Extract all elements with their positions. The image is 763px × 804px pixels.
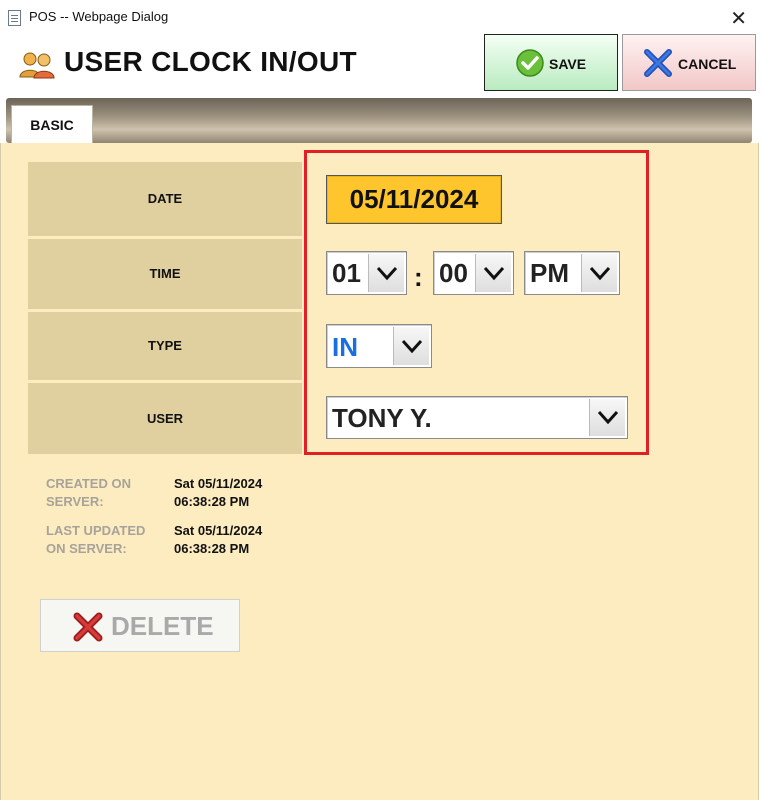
minute-value: 00 bbox=[439, 258, 468, 288]
save-button[interactable]: SAVE bbox=[484, 34, 618, 91]
delete-button[interactable]: DELETE bbox=[40, 599, 240, 652]
user-label: USER bbox=[28, 383, 302, 454]
chevron-down-icon bbox=[368, 254, 404, 292]
save-button-label: SAVE bbox=[549, 56, 587, 72]
users-icon bbox=[19, 52, 55, 79]
tab-basic[interactable]: BASIC bbox=[11, 105, 93, 144]
check-icon bbox=[516, 49, 544, 77]
time-separator: : bbox=[414, 262, 423, 292]
created-date: Sat 05/11/2024 bbox=[174, 476, 263, 491]
updated-label-line2: ON SERVER: bbox=[46, 541, 127, 556]
window-titlebar: POS -- Webpage Dialog ✕ bbox=[0, 0, 763, 34]
delete-button-label: DELETE bbox=[111, 611, 214, 641]
cancel-button-label: CANCEL bbox=[678, 56, 737, 72]
hour-select[interactable]: 01 bbox=[326, 251, 407, 295]
ampm-select[interactable]: PM bbox=[524, 251, 620, 295]
minute-select[interactable]: 00 bbox=[433, 251, 514, 295]
updated-label-line1: LAST UPDATED bbox=[46, 523, 146, 538]
page-title: USER CLOCK IN/OUT bbox=[64, 46, 357, 77]
user-value: TONY Y. bbox=[332, 403, 432, 433]
type-label: TYPE bbox=[28, 312, 302, 380]
type-select[interactable]: IN bbox=[326, 324, 432, 368]
time-label: TIME bbox=[28, 239, 302, 309]
window-title: POS -- Webpage Dialog bbox=[29, 9, 169, 24]
created-time: 06:38:28 PM bbox=[174, 494, 250, 509]
updated-label: LAST UPDATED ON SERVER: bbox=[46, 523, 145, 556]
chevron-down-icon bbox=[475, 254, 511, 292]
date-label: DATE bbox=[28, 162, 302, 236]
type-value: IN bbox=[332, 332, 358, 362]
delete-x-icon bbox=[73, 612, 103, 642]
created-label: CREATED ON SERVER: bbox=[46, 476, 131, 509]
close-icon[interactable]: ✕ bbox=[730, 6, 747, 31]
date-picker-button[interactable]: 05/11/2024 bbox=[326, 175, 502, 224]
document-icon bbox=[8, 10, 21, 26]
cancel-button[interactable]: CANCEL bbox=[622, 34, 756, 91]
created-label-line1: CREATED ON bbox=[46, 476, 131, 491]
user-select[interactable]: TONY Y. bbox=[326, 396, 628, 439]
chevron-down-icon bbox=[393, 327, 429, 365]
updated-value: Sat 05/11/2024 06:38:28 PM bbox=[174, 523, 262, 556]
created-value: Sat 05/11/2024 06:38:28 PM bbox=[174, 476, 262, 509]
hour-value: 01 bbox=[332, 258, 361, 288]
updated-time: 06:38:28 PM bbox=[174, 541, 250, 556]
ampm-value: PM bbox=[530, 258, 569, 288]
chevron-down-icon bbox=[581, 254, 617, 292]
updated-date: Sat 05/11/2024 bbox=[174, 523, 263, 538]
dialog-header: USER CLOCK IN/OUT SAVE CANCEL bbox=[0, 34, 763, 96]
chevron-down-icon bbox=[589, 399, 625, 436]
x-icon bbox=[644, 49, 672, 77]
created-label-line2: SERVER: bbox=[46, 494, 104, 509]
tab-strip bbox=[6, 98, 752, 143]
